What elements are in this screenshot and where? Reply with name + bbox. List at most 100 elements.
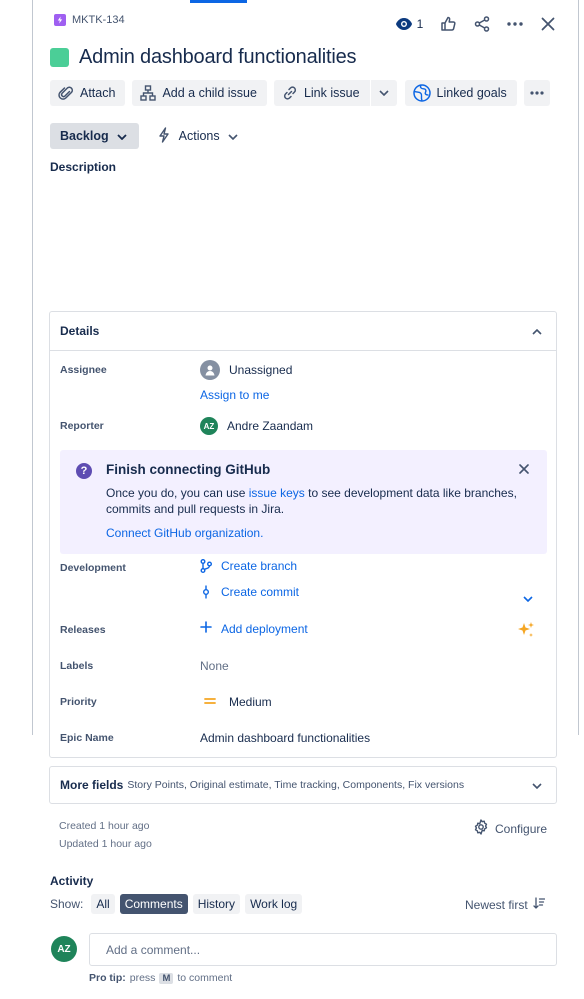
share-button[interactable] xyxy=(465,12,499,36)
chevron-down-icon xyxy=(117,129,127,143)
link-icon xyxy=(282,85,298,101)
watch-count: 1 xyxy=(416,17,424,31)
share-icon xyxy=(474,16,490,32)
globe-icon xyxy=(412,84,431,102)
sparkle-icon[interactable] xyxy=(517,621,535,642)
toolbar-more-button[interactable] xyxy=(523,80,550,106)
sort-icon xyxy=(533,897,545,912)
status-dropdown[interactable]: Backlog xyxy=(50,123,139,149)
labels-value[interactable]: None xyxy=(200,659,229,673)
attach-label: Attach xyxy=(80,86,116,100)
create-branch-button[interactable]: Create branch xyxy=(200,559,297,573)
show-label: Show: xyxy=(50,897,84,911)
github-banner-body: Once you do, you can use issue keys to s… xyxy=(106,485,526,517)
sort-label: Newest first xyxy=(465,897,528,912)
releases-label: Releases xyxy=(60,624,106,636)
more-fields-title: More fields xyxy=(60,778,124,792)
eye-icon xyxy=(395,17,413,31)
link-issue-split-button: Link issue xyxy=(273,80,397,106)
filter-work-log[interactable]: Work log xyxy=(245,894,303,914)
priority-field[interactable]: Medium xyxy=(200,695,272,709)
gear-icon xyxy=(473,819,489,838)
development-label: Development xyxy=(60,562,126,574)
linked-goals-button[interactable]: Linked goals xyxy=(404,80,517,106)
chevron-up-icon xyxy=(532,324,542,338)
commit-icon xyxy=(200,585,212,599)
close-icon xyxy=(541,17,555,31)
attach-button[interactable]: Attach xyxy=(50,80,126,106)
created-timestamp: Created 1 hour ago xyxy=(59,820,150,832)
configure-button[interactable]: Configure xyxy=(473,819,547,838)
chevron-down-icon xyxy=(228,129,238,143)
link-issue-dropdown-button[interactable] xyxy=(370,80,397,106)
like-button[interactable] xyxy=(431,12,465,36)
filter-history[interactable]: History xyxy=(192,894,241,914)
labels-label: Labels xyxy=(60,660,94,672)
avatar: AZ xyxy=(51,936,77,962)
header-actions: 1 xyxy=(389,12,565,36)
add-deployment-button[interactable]: Add deployment xyxy=(200,621,308,636)
actions-label: Actions xyxy=(178,129,220,143)
thumbs-up-icon xyxy=(440,16,456,32)
github-banner-title: Finish connecting GitHub xyxy=(106,462,271,477)
configure-label: Configure xyxy=(495,821,548,836)
link-issue-label: Link issue xyxy=(303,86,360,100)
pro-tip-suffix: to comment xyxy=(177,972,233,984)
link-issue-button[interactable]: Link issue xyxy=(273,80,370,106)
assign-to-me-link[interactable]: Assign to me xyxy=(200,388,269,402)
more-fields-subtitle: Story Points, Original estimate, Time tr… xyxy=(127,779,465,791)
active-tab-indicator xyxy=(190,0,247,3)
assignee-value: Unassigned xyxy=(229,363,293,377)
epic-name-value[interactable]: Admin dashboard functionalities xyxy=(200,731,370,745)
connect-github-link[interactable]: Connect GitHub organization. xyxy=(106,526,263,540)
title-row: Admin dashboard functionalities xyxy=(50,46,357,69)
avatar: AZ xyxy=(200,417,218,435)
reporter-name: Andre Zaandam xyxy=(227,419,314,433)
status-row: Backlog Actions xyxy=(50,123,238,149)
create-commit-button[interactable]: Create commit xyxy=(200,585,299,599)
priority-value: Medium xyxy=(229,695,272,709)
hierarchy-icon xyxy=(140,85,157,101)
pro-tip: Pro tip: press M to comment xyxy=(89,972,232,984)
issue-keys-link[interactable]: issue keys xyxy=(249,486,305,500)
more-actions-button[interactable] xyxy=(499,12,531,36)
details-header[interactable]: Details xyxy=(50,312,556,351)
issue-key-breadcrumb[interactable]: MKTK-134 xyxy=(54,14,125,26)
watch-button[interactable]: 1 xyxy=(389,12,429,36)
plus-icon xyxy=(200,621,212,636)
issue-toolbar: Attach Add a child issue Link issue Link… xyxy=(50,80,557,106)
issue-title[interactable]: Admin dashboard functionalities xyxy=(79,46,357,69)
add-deployment-label: Add deployment xyxy=(221,621,308,636)
updated-timestamp: Updated 1 hour ago xyxy=(59,838,152,850)
branch-icon xyxy=(200,559,212,573)
details-panel: Details Assignee Unassigned Assign to me… xyxy=(49,311,557,758)
filter-all[interactable]: All xyxy=(91,894,115,914)
activity-heading: Activity xyxy=(50,874,94,888)
chevron-down-icon xyxy=(378,90,389,96)
lightning-icon xyxy=(157,126,171,146)
add-child-label: Add a child issue xyxy=(162,86,257,100)
comment-input[interactable] xyxy=(89,933,557,966)
panel-right-border xyxy=(578,0,579,735)
github-banner-body-prefix: Once you do, you can use xyxy=(106,486,249,500)
sort-order-button[interactable]: Newest first xyxy=(465,897,545,912)
issue-color-swatch xyxy=(50,48,69,67)
question-icon: ? xyxy=(76,463,92,479)
close-button[interactable] xyxy=(531,12,565,36)
issue-key[interactable]: MKTK-134 xyxy=(72,14,125,26)
chevron-down-icon[interactable] xyxy=(523,591,533,605)
priority-label: Priority xyxy=(60,696,97,708)
filter-comments[interactable]: Comments xyxy=(119,894,188,914)
more-icon xyxy=(530,91,544,95)
panel-left-border xyxy=(32,0,33,735)
assignee-field[interactable]: Unassigned xyxy=(200,360,292,380)
github-banner: ? Finish connecting GitHub Once you do, … xyxy=(60,450,547,554)
add-child-issue-button[interactable]: Add a child issue xyxy=(132,80,267,106)
actions-dropdown[interactable]: Actions xyxy=(157,126,238,146)
pro-tip-press: press xyxy=(129,972,156,984)
activity-filter-row: Show: All Comments History Work log xyxy=(50,894,303,914)
more-fields-section[interactable]: More fields Story Points, Original estim… xyxy=(49,766,557,804)
paperclip-icon xyxy=(58,85,74,101)
close-icon[interactable] xyxy=(519,463,529,477)
reporter-field[interactable]: AZ Andre Zaandam xyxy=(200,417,313,435)
